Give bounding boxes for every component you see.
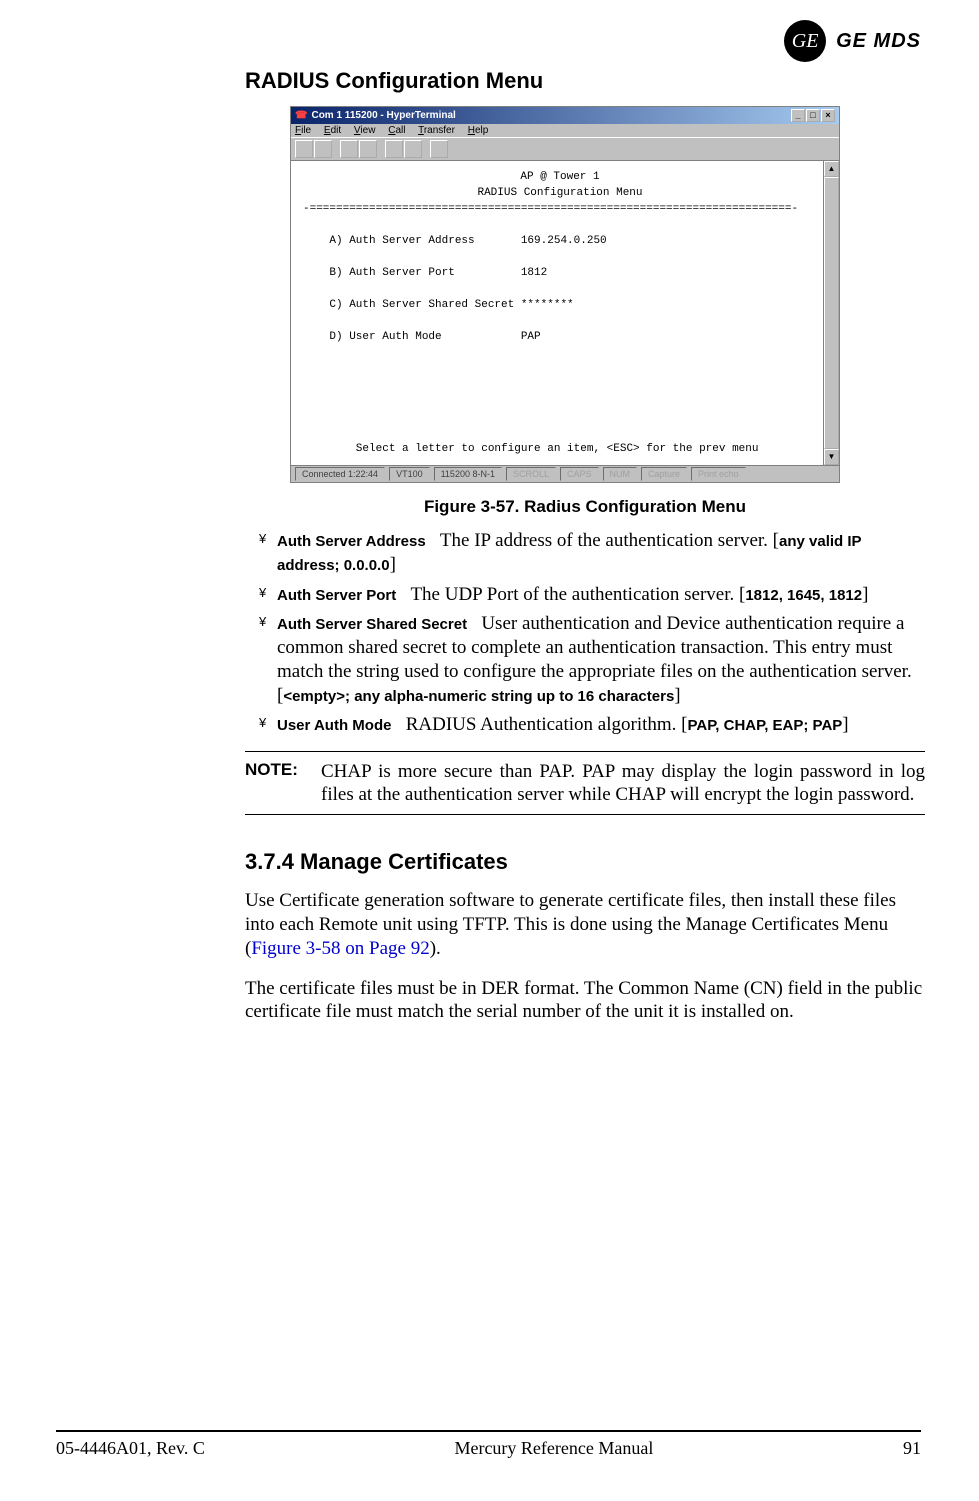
status-settings: 115200 8-N-1	[434, 467, 502, 481]
page-footer: 05-4446A01, Rev. C Mercury Reference Man…	[56, 1430, 921, 1459]
bullet-param: 1812, 1645, 1812	[745, 587, 862, 604]
close-button[interactable]: ×	[821, 109, 835, 122]
terminal-scrollbar[interactable]: ▲ ▼	[823, 161, 839, 465]
bullet-label: Auth Server Address	[277, 533, 426, 550]
bullet-item: ¥ Auth Server Address The IP address of …	[259, 529, 925, 577]
note-text: CHAP is more secure than PAP. PAP may di…	[321, 760, 925, 806]
status-emulation: VT100	[389, 467, 430, 481]
section-title: RADIUS Configuration Menu	[245, 68, 925, 94]
footer-center: Mercury Reference Manual	[454, 1438, 653, 1459]
page-content: RADIUS Configuration Menu ☎ Com 1 115200…	[245, 68, 925, 1040]
bullet-param: <empty>; any alpha-numeric string up to …	[283, 688, 674, 705]
term-rule: -=======================================…	[303, 203, 798, 215]
bullet-param: PAP, CHAP, EAP; PAP	[688, 717, 843, 734]
figure-caption: Figure 3-57. Radius Configuration Menu	[245, 497, 925, 517]
status-caps: CAPS	[560, 467, 599, 481]
terminal-app-icon: ☎	[295, 111, 307, 121]
menu-edit[interactable]: Edit	[324, 125, 341, 136]
term-header1: AP @ Tower 1	[520, 171, 599, 183]
scroll-up-button[interactable]: ▲	[824, 161, 839, 177]
menu-file[interactable]: File	[295, 125, 311, 136]
bullet-mark: ¥	[259, 614, 266, 630]
terminal-titlebar: ☎ Com 1 115200 - HyperTerminal _ □ ×	[291, 107, 839, 124]
terminal-title: Com 1 115200 - HyperTerminal	[311, 110, 455, 121]
status-connected: Connected 1:22:44	[295, 467, 385, 481]
brand-text: GE MDS	[836, 30, 921, 53]
body-paragraph: Use Certificate generation software to g…	[245, 889, 925, 960]
toolbar-button-1[interactable]	[295, 140, 313, 158]
bullet-param-close: ]	[674, 685, 680, 706]
status-num: NUM	[603, 467, 638, 481]
bullet-list: ¥ Auth Server Address The IP address of …	[259, 529, 925, 737]
term-prompt: Select a letter to configure an item, <E…	[303, 443, 758, 455]
term-line-c: C) Auth Server Shared Secret ********	[303, 299, 574, 311]
bullet-label: Auth Server Shared Secret	[277, 616, 467, 633]
menu-help[interactable]: Help	[468, 125, 489, 136]
terminal-menubar: File Edit View Call Transfer Help	[291, 124, 839, 137]
terminal-toolbar	[291, 137, 839, 161]
bullet-mark: ¥	[259, 585, 266, 601]
toolbar-button-5[interactable]	[385, 140, 403, 158]
status-capture: Capture	[641, 467, 687, 481]
bullet-label: User Auth Mode	[277, 717, 391, 734]
subsection-title: 3.7.4 Manage Certificates	[245, 849, 925, 875]
toolbar-button-3[interactable]	[340, 140, 358, 158]
toolbar-button-6[interactable]	[404, 140, 422, 158]
body-paragraph: The certificate files must be in DER for…	[245, 977, 925, 1025]
term-line-d: D) User Auth Mode PAP	[303, 331, 541, 343]
brand-logo: GE GE MDS	[784, 20, 921, 62]
terminal-window: ☎ Com 1 115200 - HyperTerminal _ □ × Fil…	[290, 106, 840, 483]
note-label: NOTE:	[245, 760, 321, 806]
bullet-mark: ¥	[259, 715, 266, 731]
minimize-button[interactable]: _	[791, 109, 805, 122]
terminal-body[interactable]: AP @ Tower 1 RADIUS Configuration Menu -=…	[291, 161, 823, 465]
term-line-b: B) Auth Server Port 1812	[303, 267, 547, 279]
footer-right: 91	[903, 1438, 921, 1459]
term-header2: RADIUS Configuration Menu	[477, 187, 642, 199]
terminal-statusbar: Connected 1:22:44 VT100 115200 8-N-1 SCR…	[291, 465, 839, 482]
bullet-desc: The UDP Port of the authentication serve…	[410, 584, 745, 605]
bullet-mark: ¥	[259, 531, 266, 547]
note-block: NOTE: CHAP is more secure than PAP. PAP …	[245, 751, 925, 815]
bullet-item: ¥ Auth Server Port The UDP Port of the a…	[259, 583, 925, 607]
menu-call[interactable]: Call	[388, 125, 405, 136]
scroll-down-button[interactable]: ▼	[824, 449, 839, 465]
toolbar-button-4[interactable]	[359, 140, 377, 158]
bullet-label: Auth Server Port	[277, 587, 396, 604]
menu-view[interactable]: View	[354, 125, 376, 136]
status-printecho: Print echo	[691, 467, 746, 481]
bullet-desc: The IP address of the authentication ser…	[440, 530, 779, 551]
menu-transfer[interactable]: Transfer	[418, 125, 455, 136]
toolbar-button-7[interactable]	[430, 140, 448, 158]
ge-monogram-text: GE	[792, 30, 819, 53]
bullet-after: ]	[862, 584, 868, 605]
para1-after: ).	[430, 938, 441, 959]
cross-reference-link[interactable]: Figure 3-58 on Page 92	[251, 938, 429, 959]
footer-left: 05-4446A01, Rev. C	[56, 1438, 205, 1459]
status-scroll: SCROLL	[506, 467, 556, 481]
toolbar-button-2[interactable]	[314, 140, 332, 158]
term-line-a: A) Auth Server Address 169.254.0.250	[303, 235, 607, 247]
bullet-item: ¥ User Auth Mode RADIUS Authentication a…	[259, 713, 925, 737]
bullet-desc: RADIUS Authentication algorithm. [	[406, 714, 688, 735]
bullet-after: ]	[390, 554, 396, 575]
maximize-button[interactable]: □	[806, 109, 820, 122]
scroll-thumb[interactable]	[824, 177, 839, 449]
ge-monogram-icon: GE	[784, 20, 826, 62]
bullet-item: ¥ Auth Server Shared Secret User authent…	[259, 612, 925, 707]
bullet-after: ]	[842, 714, 848, 735]
